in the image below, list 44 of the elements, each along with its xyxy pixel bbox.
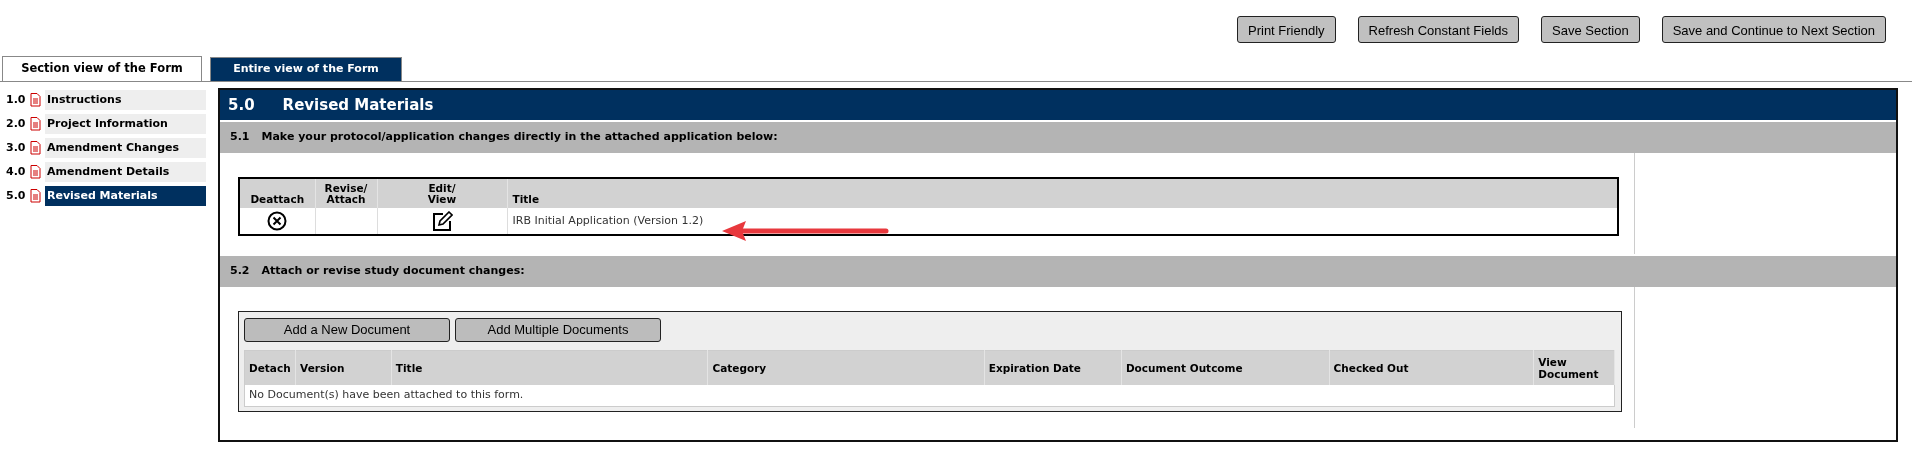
column-header: Expiration Date bbox=[984, 350, 1122, 385]
document-icon bbox=[30, 189, 41, 203]
toolbar-button[interactable]: Save Section bbox=[1541, 16, 1640, 43]
section-number: 5.0 bbox=[228, 94, 255, 116]
sidebar-item[interactable]: Amendment Changes bbox=[45, 138, 206, 158]
section-number: 4.0 bbox=[6, 163, 27, 180]
column-header: Document Outcome bbox=[1121, 350, 1330, 385]
column-header: Checked Out bbox=[1329, 350, 1534, 385]
toolbar-button[interactable]: Print Friendly bbox=[1237, 16, 1336, 43]
document-icon bbox=[30, 141, 41, 155]
subsection-title: Make your protocol/application changes directly in the attached application below: bbox=[261, 129, 778, 146]
form-view-tab[interactable]: Section view of the Form bbox=[2, 56, 202, 81]
document-icon bbox=[30, 165, 41, 179]
document-icon bbox=[30, 93, 41, 107]
column-header: Version bbox=[295, 350, 392, 385]
column-header: Detach bbox=[244, 350, 296, 385]
column-header: Revise/ Attach bbox=[324, 182, 368, 206]
column-header: Edit/ View bbox=[426, 182, 458, 206]
subsection-number: 5.1 bbox=[230, 129, 250, 146]
sidebar-item[interactable]: Project Information bbox=[45, 114, 206, 134]
toolbar-button[interactable]: Refresh Constant Fields bbox=[1357, 16, 1520, 43]
column-header: Category bbox=[707, 350, 985, 385]
document-icon bbox=[30, 117, 41, 131]
deattach-icon[interactable] bbox=[267, 211, 288, 231]
sidebar-item[interactable]: Amendment Details bbox=[45, 162, 206, 182]
section-number: 1.0 bbox=[6, 91, 27, 108]
column-header: Title bbox=[391, 350, 708, 385]
add-document-button[interactable]: Add Multiple Documents bbox=[455, 318, 661, 342]
section-number: 2.0 bbox=[6, 115, 27, 132]
toolbar-button[interactable]: Save and Continue to Next Section bbox=[1661, 16, 1886, 43]
empty-message: No Document(s) have been attached to this form. bbox=[249, 388, 524, 401]
column-header: Title bbox=[512, 193, 539, 206]
section-number: 3.0 bbox=[6, 139, 27, 156]
column-header: View Document bbox=[1533, 350, 1615, 385]
section-number: 5.0 bbox=[6, 187, 27, 204]
sidebar-item[interactable]: Instructions bbox=[45, 90, 206, 110]
edit-icon[interactable] bbox=[431, 211, 453, 231]
subsection-number: 5.2 bbox=[230, 263, 250, 280]
subsection-title: Attach or revise study document changes: bbox=[261, 263, 525, 280]
form-view-tab[interactable]: Entire view of the Form bbox=[210, 57, 402, 81]
section-title: Revised Materials bbox=[282, 94, 434, 116]
column-header: Deattach bbox=[250, 193, 305, 206]
add-document-button[interactable]: Add a New Document bbox=[244, 318, 450, 342]
sidebar-item[interactable]: Revised Materials bbox=[45, 186, 206, 206]
